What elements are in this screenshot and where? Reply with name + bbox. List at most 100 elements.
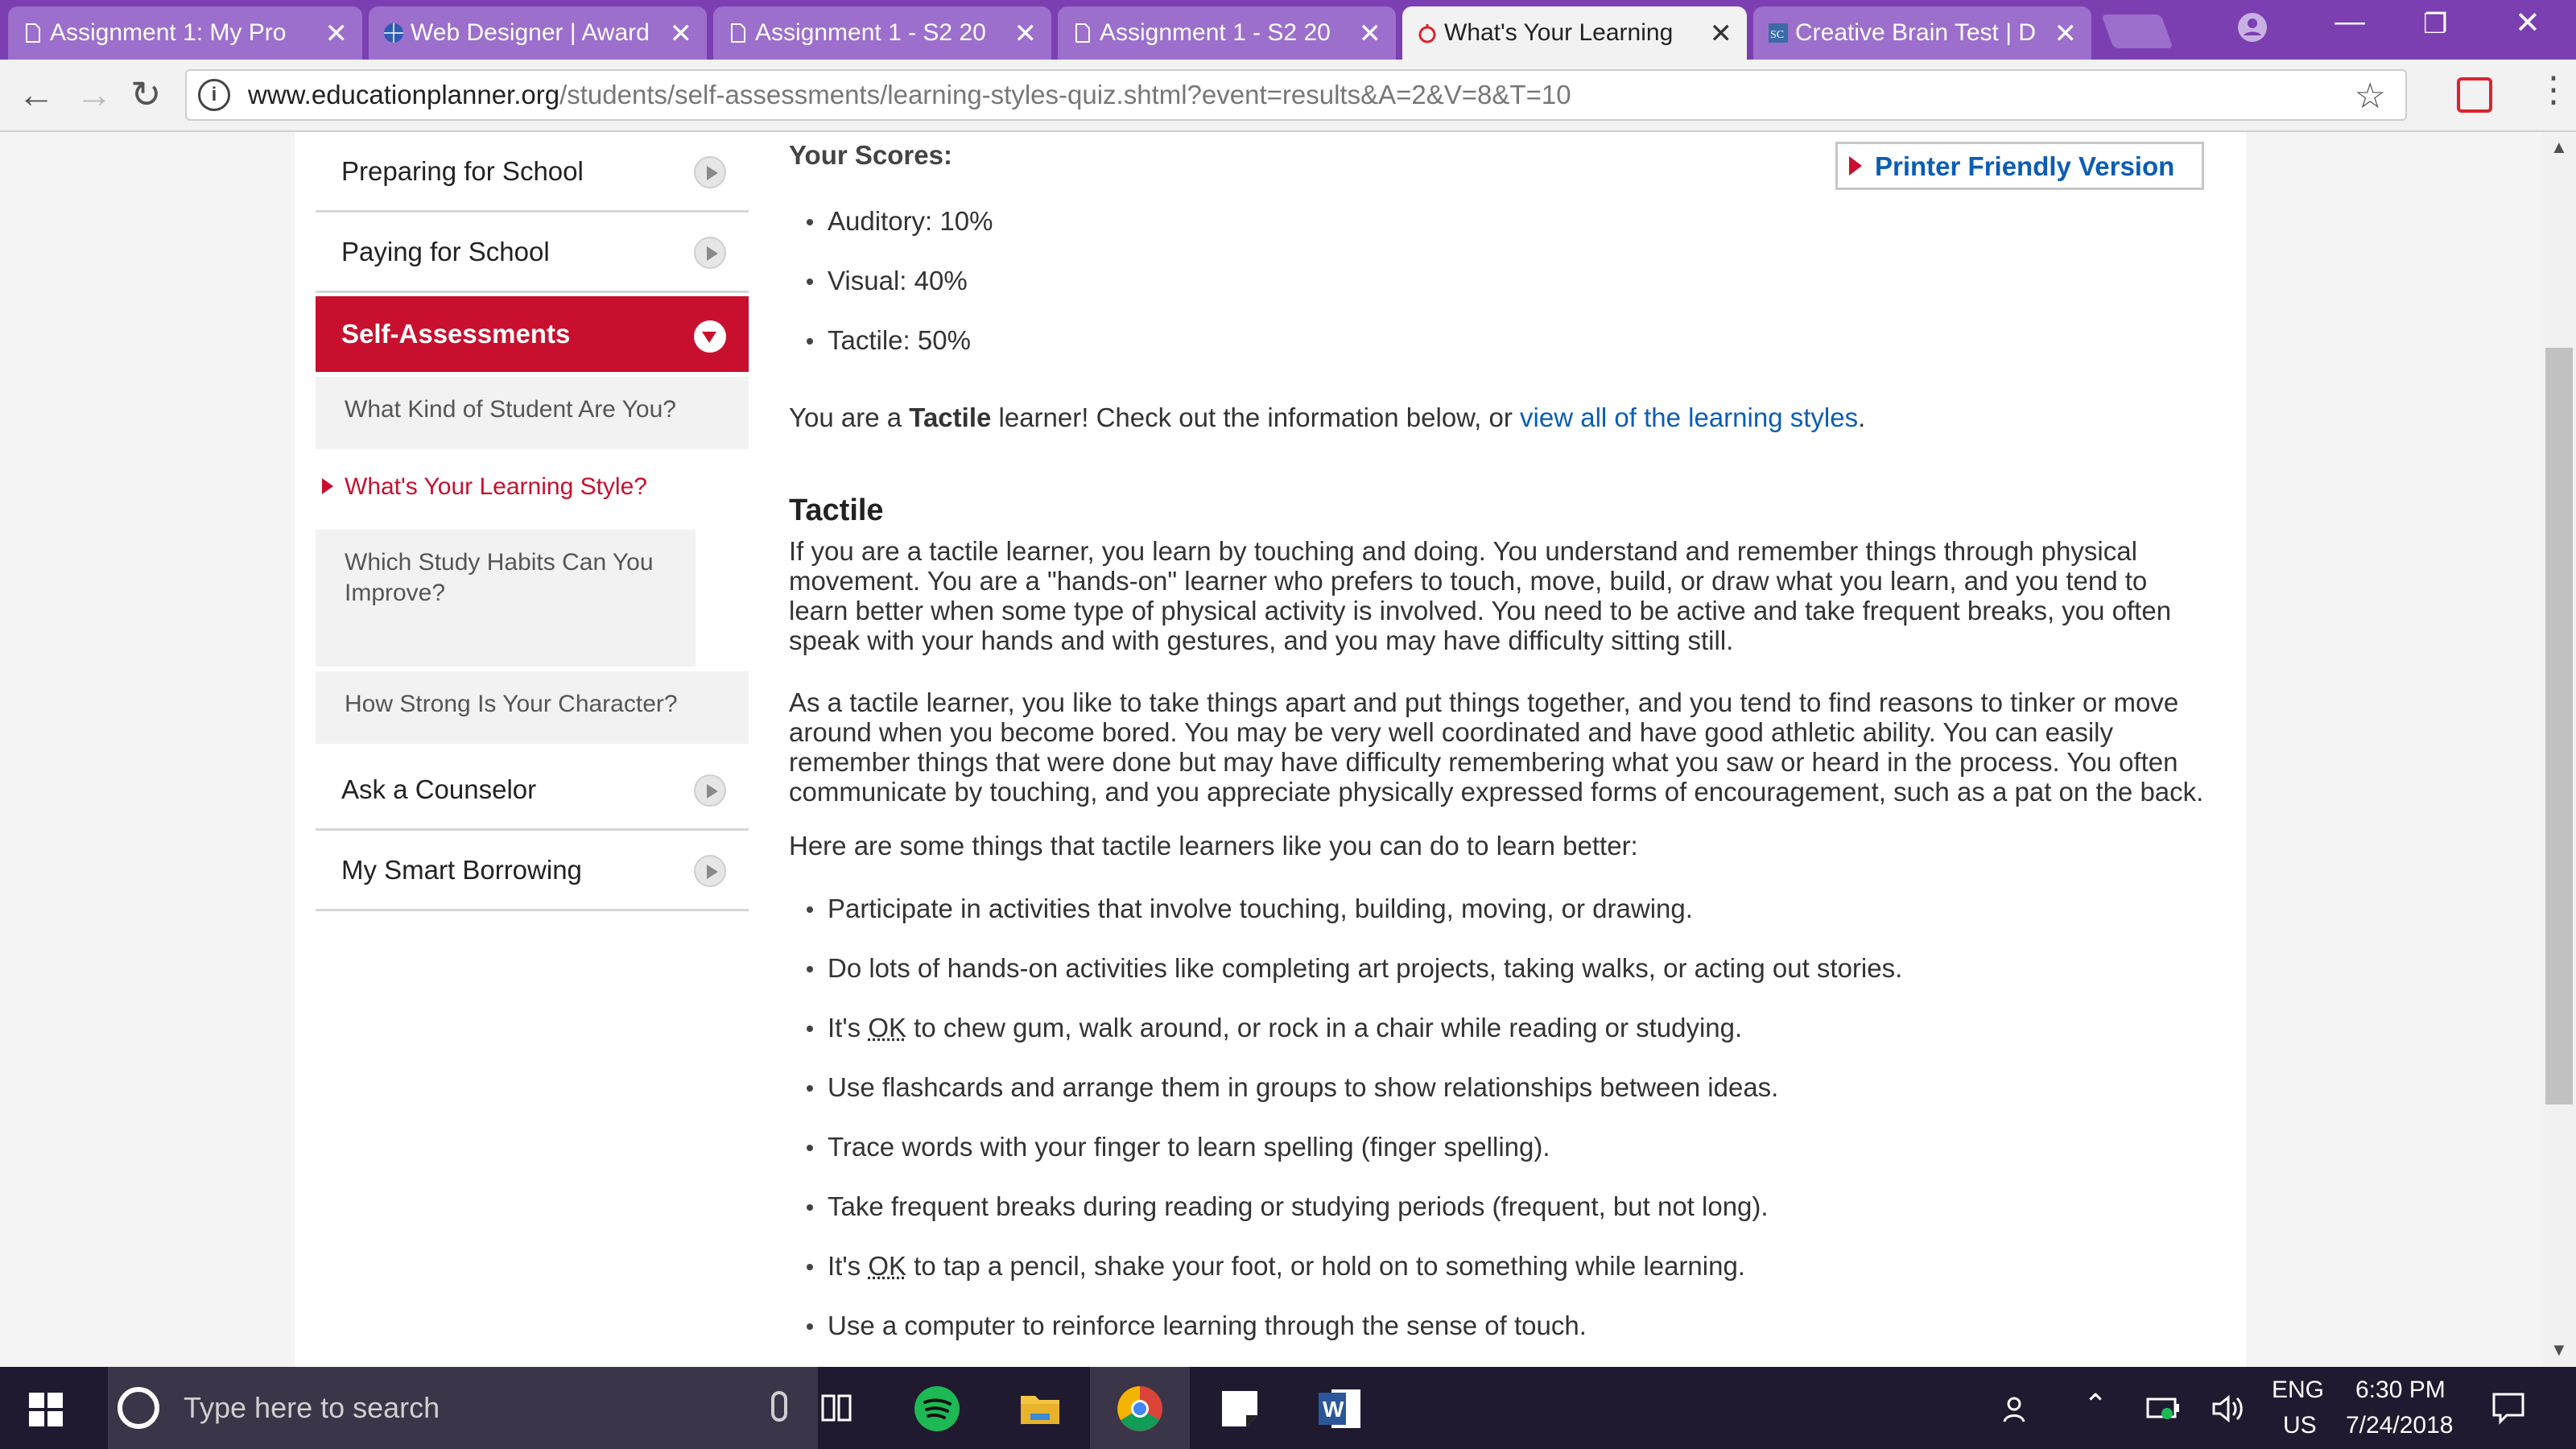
sidebar-subitem-study-habits[interactable]: Which Study Habits Can You Improve? xyxy=(316,530,696,667)
sidebar-nav: Preparing for School Paying for School S… xyxy=(316,132,749,911)
sc-logo-icon: SC xyxy=(1769,23,1788,43)
browser-tab[interactable]: Web Designer | Award ✕ xyxy=(369,6,707,60)
document-icon xyxy=(1075,23,1090,43)
sticky-notes-icon[interactable] xyxy=(1216,1385,1264,1433)
svg-text:SC: SC xyxy=(1770,29,1784,41)
tip-item: Use a computer to reinforce learning thr… xyxy=(789,1311,1902,1367)
back-arrow-icon[interactable]: ← xyxy=(18,72,55,116)
close-window-icon[interactable]: ✕ xyxy=(2515,5,2541,41)
close-tab-icon[interactable]: ✕ xyxy=(1359,18,1382,50)
printer-friendly-button[interactable]: Printer Friendly Version xyxy=(1835,142,2204,190)
bookmark-star-icon[interactable]: ☆ xyxy=(2355,76,2386,117)
scroll-up-icon[interactable]: ▲ xyxy=(2550,137,2568,158)
sidebar-subitem-label: What's Your Learning Style? xyxy=(345,473,647,500)
close-tab-icon[interactable]: ✕ xyxy=(325,18,349,50)
close-tab-icon[interactable]: ✕ xyxy=(1710,18,1733,50)
address-bar[interactable]: i www.educationplanner.org/students/self… xyxy=(185,69,2407,121)
sidebar-subitem-what-kind-of-student[interactable]: What Kind of Student Are You? xyxy=(316,377,749,449)
apple-icon xyxy=(1418,24,1436,43)
tab-title: Assignment 1 - S2 20 xyxy=(755,19,986,46)
score-item: Visual: 40% xyxy=(789,266,993,325)
taskbar-search-box[interactable]: Type here to search xyxy=(108,1367,818,1449)
sidebar-subitem-learning-style[interactable]: What's Your Learning Style? xyxy=(316,454,749,525)
sidebar-item-label: Ask a Counselor xyxy=(341,774,537,804)
browser-tab[interactable]: Assignment 1: My Pro ✕ xyxy=(8,6,362,60)
file-explorer-icon[interactable] xyxy=(1016,1385,1064,1433)
sidebar-item-paying-for-school[interactable]: Paying for School xyxy=(316,213,749,293)
url-host: www.educationplanner.org xyxy=(248,80,560,109)
play-arrow-icon xyxy=(1849,156,1862,175)
volume-icon[interactable] xyxy=(2211,1393,2246,1425)
word-icon[interactable]: W xyxy=(1315,1385,1364,1433)
chevron-down-icon xyxy=(694,320,726,353)
sidebar-item-self-assessments[interactable]: Self-Assessments xyxy=(316,296,749,372)
sidebar-item-label: Preparing for School xyxy=(341,155,584,186)
close-tab-icon[interactable]: ✕ xyxy=(2054,18,2078,50)
scroll-down-icon[interactable]: ▼ xyxy=(2550,1340,2568,1360)
action-center-icon[interactable] xyxy=(2491,1391,2526,1425)
tip-item: It's OK to chew gum, walk around, or roc… xyxy=(789,1013,1902,1072)
view-all-learning-styles-link[interactable]: view all of the learning styles xyxy=(1520,402,1858,432)
tactile-paragraph-2: As a tactile learner, you like to take t… xyxy=(789,687,2204,807)
pocket-extension-icon[interactable] xyxy=(2457,77,2492,113)
document-icon xyxy=(26,23,40,43)
tip-item: Participate in activities that involve t… xyxy=(789,894,1902,953)
page-viewport: Preparing for School Paying for School S… xyxy=(0,132,2576,1367)
cortana-icon[interactable] xyxy=(118,1387,159,1429)
chevron-right-icon xyxy=(694,237,726,269)
sidebar-subitem-character[interactable]: How Strong Is Your Character? xyxy=(316,671,749,744)
tab-title: Assignment 1: My Pro xyxy=(50,19,287,46)
browser-tab-active[interactable]: What's Your Learning ✕ xyxy=(1402,6,1747,60)
region-indicator[interactable]: US xyxy=(2283,1412,2317,1439)
tip-item: It's OK to tap a pencil, shake your foot… xyxy=(789,1251,1902,1311)
tab-title: Creative Brain Test | D xyxy=(1795,19,2037,46)
ok-abbreviation: OK xyxy=(868,1013,906,1042)
ok-abbreviation: OK xyxy=(868,1251,906,1281)
battery-icon[interactable] xyxy=(2146,1394,2182,1423)
browser-tab[interactable]: SC Creative Brain Test | D ✕ xyxy=(1753,6,2091,60)
people-icon[interactable] xyxy=(2001,1393,2033,1425)
microphone-icon[interactable] xyxy=(771,1391,787,1422)
restore-icon[interactable]: ❐ xyxy=(2423,8,2447,40)
windows-start-icon[interactable] xyxy=(29,1393,63,1426)
reload-icon[interactable]: ↻ xyxy=(130,72,162,116)
tab-title: What's Your Learning xyxy=(1444,19,1674,46)
language-indicator[interactable]: ENG xyxy=(2272,1377,2324,1404)
chrome-icon[interactable] xyxy=(1116,1385,1164,1433)
tab-title: Web Designer | Award xyxy=(411,19,650,46)
page-scrollbar[interactable]: ▲ ▼ xyxy=(2542,132,2576,1367)
result-statement: You are a Tactile learner! Check out the… xyxy=(789,402,1865,432)
clock-date[interactable]: 7/24/2018 xyxy=(2346,1412,2453,1439)
browser-tab[interactable]: Assignment 1 - S2 20 ✕ xyxy=(713,6,1051,60)
sidebar-subitem-label: What Kind of Student Are You? xyxy=(345,396,676,423)
tip-item: Use flashcards and arrange them in group… xyxy=(789,1072,1902,1132)
sidebar-item-my-smart-borrowing[interactable]: My Smart Borrowing xyxy=(316,831,749,911)
spotify-icon[interactable] xyxy=(913,1385,961,1433)
tactile-paragraph-1: If you are a tactile learner, you learn … xyxy=(789,536,2172,655)
sidebar-item-ask-a-counselor[interactable]: Ask a Counselor xyxy=(316,750,749,831)
new-tab-button[interactable] xyxy=(2101,14,2174,48)
task-view-icon[interactable] xyxy=(813,1385,861,1433)
minimize-icon[interactable]: — xyxy=(2334,5,2365,39)
chrome-menu-icon[interactable]: ⋮ xyxy=(2536,69,2571,110)
forward-arrow-icon[interactable]: → xyxy=(76,72,113,116)
score-item: Tactile: 50% xyxy=(789,325,993,385)
clock-time[interactable]: 6:30 PM xyxy=(2355,1377,2446,1404)
sidebar-subitem-label: How Strong Is Your Character? xyxy=(345,691,678,717)
result-text: . xyxy=(1858,402,1866,432)
search-placeholder: Type here to search xyxy=(184,1391,440,1424)
close-tab-icon[interactable]: ✕ xyxy=(670,18,693,50)
browser-tab-strip: Assignment 1: My Pro ✕ Web Designer | Aw… xyxy=(0,0,2576,60)
tips-list: Participate in activities that involve t… xyxy=(789,894,1902,1367)
tips-intro: Here are some things that tactile learne… xyxy=(789,831,1638,861)
chevron-up-icon[interactable]: ⌃ xyxy=(2083,1388,2107,1422)
tip-item: Trace words with your finger to learn sp… xyxy=(789,1132,1902,1191)
sidebar-item-preparing-for-school[interactable]: Preparing for School xyxy=(316,132,749,213)
svg-text:W: W xyxy=(1323,1397,1344,1422)
close-tab-icon[interactable]: ✕ xyxy=(1014,18,1038,50)
browser-tab[interactable]: Assignment 1 - S2 20 ✕ xyxy=(1058,6,1396,60)
profile-icon[interactable] xyxy=(2233,8,2272,47)
printer-friendly-label: Printer Friendly Version xyxy=(1875,151,2175,181)
info-icon[interactable]: i xyxy=(198,79,230,111)
scroll-thumb[interactable] xyxy=(2545,348,2573,1104)
